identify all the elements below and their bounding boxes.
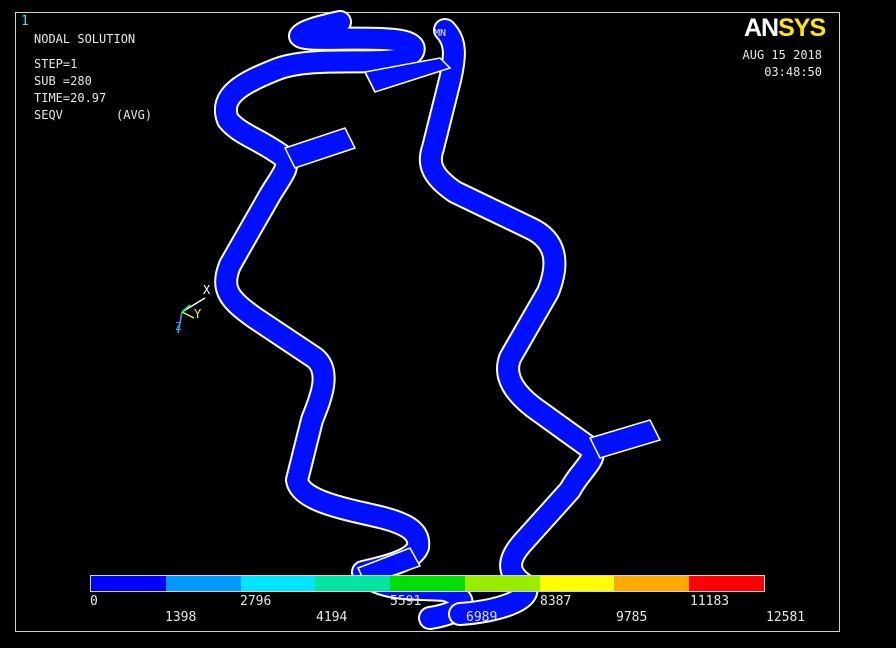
legend-band-4 [390,576,465,591]
branch-stub-upper-left [283,127,357,169]
legend-label-9785: 9785 [616,610,648,625]
mn-marker: MN [434,28,446,39]
legend-band-3 [315,576,391,591]
legend-label-6989: 6989 [466,610,498,625]
legend-label-8387: 8387 [540,594,572,609]
structure-outline-right [431,30,593,614]
legend-band-5 [464,576,540,591]
model-view[interactable]: X Y Z MN [0,0,896,648]
legend-label-12581: 12581 [766,610,806,625]
legend-label-2796: 2796 [240,594,272,609]
legend-band-0 [91,576,166,591]
legend-band-2 [240,576,316,591]
triad-z-label: Z [175,320,182,333]
structure-left [226,22,462,618]
legend-label-1398: 1398 [165,610,197,625]
structure-right [431,30,593,614]
legend-band-7 [614,576,690,591]
legend-label-11183: 11183 [690,594,730,609]
legend-label-5591: 5591 [390,594,422,609]
legend-label-0: 0 [90,594,98,609]
contour-legend-bar [90,575,765,592]
triad-y-label: Y [194,307,202,321]
legend-label-4194: 4194 [316,610,348,625]
branch-stub-lower-right [588,419,662,459]
legend-band-1 [165,576,241,591]
legend-band-6 [539,576,615,591]
triad-x-label: X [203,283,211,297]
legend-band-8 [689,576,765,591]
